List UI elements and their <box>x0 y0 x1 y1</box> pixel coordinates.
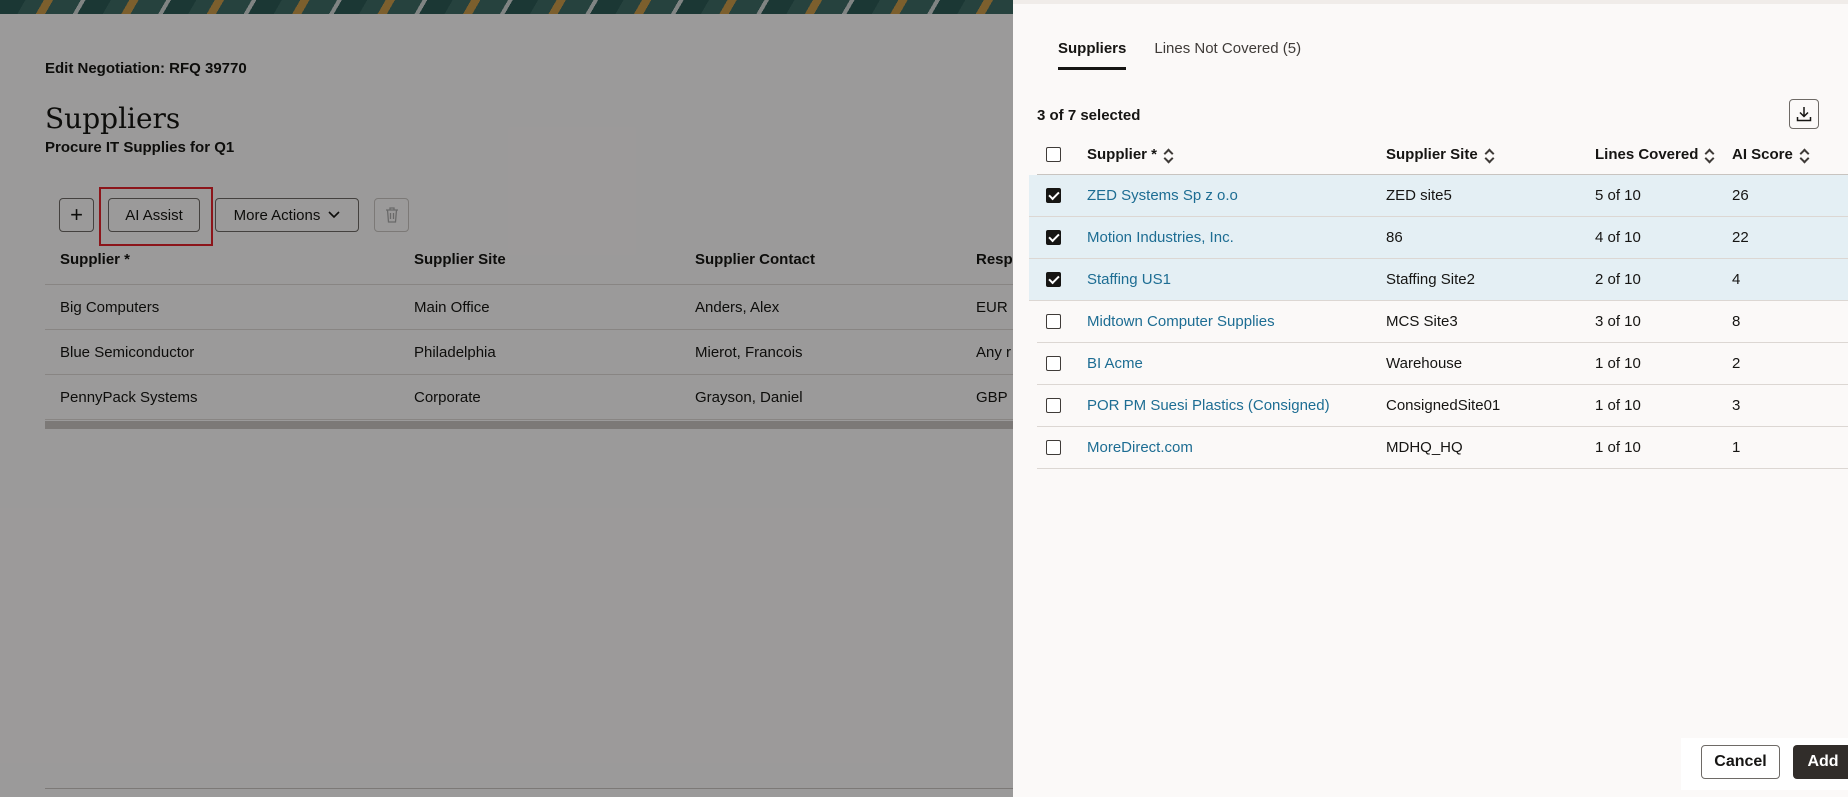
supplier-link[interactable]: BI Acme <box>1087 355 1143 372</box>
supplier-link[interactable]: POR PM Suesi Plastics (Consigned) <box>1087 397 1330 414</box>
ai-suppliers-drawer: Suppliers Lines Not Covered (5) 3 of 7 s… <box>1013 0 1848 797</box>
column-header-supplier[interactable]: Supplier * <box>1087 146 1174 164</box>
ai-score: 26 <box>1732 187 1749 204</box>
row-checkbox[interactable] <box>1046 440 1061 455</box>
cancel-button[interactable]: Cancel <box>1701 745 1780 779</box>
table-row[interactable]: ZED Systems Sp z o.o ZED site5 5 of 10 26 <box>1029 175 1848 217</box>
column-header-label: Lines Covered <box>1595 146 1699 163</box>
suggested-suppliers-table: Supplier * Supplier Site Lines Covered A… <box>1029 134 1848 469</box>
modal-overlay[interactable] <box>0 0 1013 797</box>
lines-covered: 3 of 10 <box>1595 313 1641 330</box>
selection-count: 3 of 7 selected <box>1037 107 1141 124</box>
table-row[interactable]: Motion Industries, Inc. 86 4 of 10 22 <box>1029 217 1848 259</box>
table-body: ZED Systems Sp z o.o ZED site5 5 of 10 26 Mo… <box>1029 175 1848 469</box>
lines-covered: 4 of 10 <box>1595 229 1641 246</box>
add-button[interactable]: Add <box>1793 745 1848 779</box>
ai-score: 2 <box>1732 355 1741 372</box>
column-header-label: AI Score <box>1732 146 1793 163</box>
tab-lines-not-covered[interactable]: Lines Not Covered (5) <box>1154 40 1301 70</box>
column-header-label: Supplier * <box>1087 146 1158 163</box>
sort-icon[interactable] <box>1484 147 1495 164</box>
row-checkbox[interactable] <box>1046 272 1061 287</box>
table-header: Supplier * Supplier Site Lines Covered A… <box>1037 134 1848 175</box>
column-header-label: Supplier Site <box>1386 146 1478 163</box>
supplier-site: Warehouse <box>1386 355 1463 372</box>
supplier-site: ZED site5 <box>1386 187 1452 204</box>
ai-score: 4 <box>1732 271 1741 288</box>
drawer-tabs: Suppliers Lines Not Covered (5) <box>1058 40 1301 70</box>
lines-covered: 2 of 10 <box>1595 271 1641 288</box>
supplier-link[interactable]: ZED Systems Sp z o.o <box>1087 187 1238 204</box>
row-checkbox[interactable] <box>1046 314 1061 329</box>
ai-score: 22 <box>1732 229 1749 246</box>
row-checkbox[interactable] <box>1046 230 1061 245</box>
select-all-checkbox[interactable] <box>1046 147 1061 162</box>
table-row[interactable]: POR PM Suesi Plastics (Consigned) Consign… <box>1037 385 1848 427</box>
ai-score: 1 <box>1732 439 1741 456</box>
supplier-site: 86 <box>1386 229 1403 246</box>
supplier-site: MDHQ_HQ <box>1386 439 1463 456</box>
lines-covered: 1 of 10 <box>1595 397 1641 414</box>
supplier-link[interactable]: Staffing US1 <box>1087 271 1171 288</box>
supplier-site: MCS Site3 <box>1386 313 1458 330</box>
lines-covered: 1 of 10 <box>1595 439 1641 456</box>
supplier-link[interactable]: Motion Industries, Inc. <box>1087 229 1234 246</box>
supplier-link[interactable]: MoreDirect.com <box>1087 439 1193 456</box>
background-page: Edit Negotiation: RFQ 39770 Suppliers Pr… <box>0 0 1013 797</box>
table-row[interactable]: Midtown Computer Supplies MCS Site3 3 of 1… <box>1037 301 1848 343</box>
supplier-site: Staffing Site2 <box>1386 271 1475 288</box>
sort-icon[interactable] <box>1799 147 1810 164</box>
export-button[interactable] <box>1789 99 1819 129</box>
download-icon <box>1796 107 1812 122</box>
sort-icon[interactable] <box>1704 147 1715 164</box>
table-row[interactable]: Staffing US1 Staffing Site2 2 of 10 4 <box>1029 259 1848 301</box>
row-checkbox[interactable] <box>1046 398 1061 413</box>
row-checkbox[interactable] <box>1046 356 1061 371</box>
tab-suppliers[interactable]: Suppliers <box>1058 40 1127 70</box>
column-header-ai-score[interactable]: AI Score <box>1732 146 1810 164</box>
table-row[interactable]: BI Acme Warehouse 1 of 10 2 <box>1037 343 1848 385</box>
row-checkbox[interactable] <box>1046 188 1061 203</box>
lines-covered: 1 of 10 <box>1595 355 1641 372</box>
supplier-link[interactable]: Midtown Computer Supplies <box>1087 313 1275 330</box>
ai-score: 3 <box>1732 397 1741 414</box>
column-header-lines-covered[interactable]: Lines Covered <box>1595 146 1715 164</box>
ai-score: 8 <box>1732 313 1741 330</box>
sort-icon[interactable] <box>1163 147 1174 164</box>
lines-covered: 5 of 10 <box>1595 187 1641 204</box>
supplier-site: ConsignedSite01 <box>1386 397 1501 414</box>
table-row[interactable]: MoreDirect.com MDHQ_HQ 1 of 10 1 <box>1037 427 1848 469</box>
column-header-supplier-site[interactable]: Supplier Site <box>1386 146 1495 164</box>
